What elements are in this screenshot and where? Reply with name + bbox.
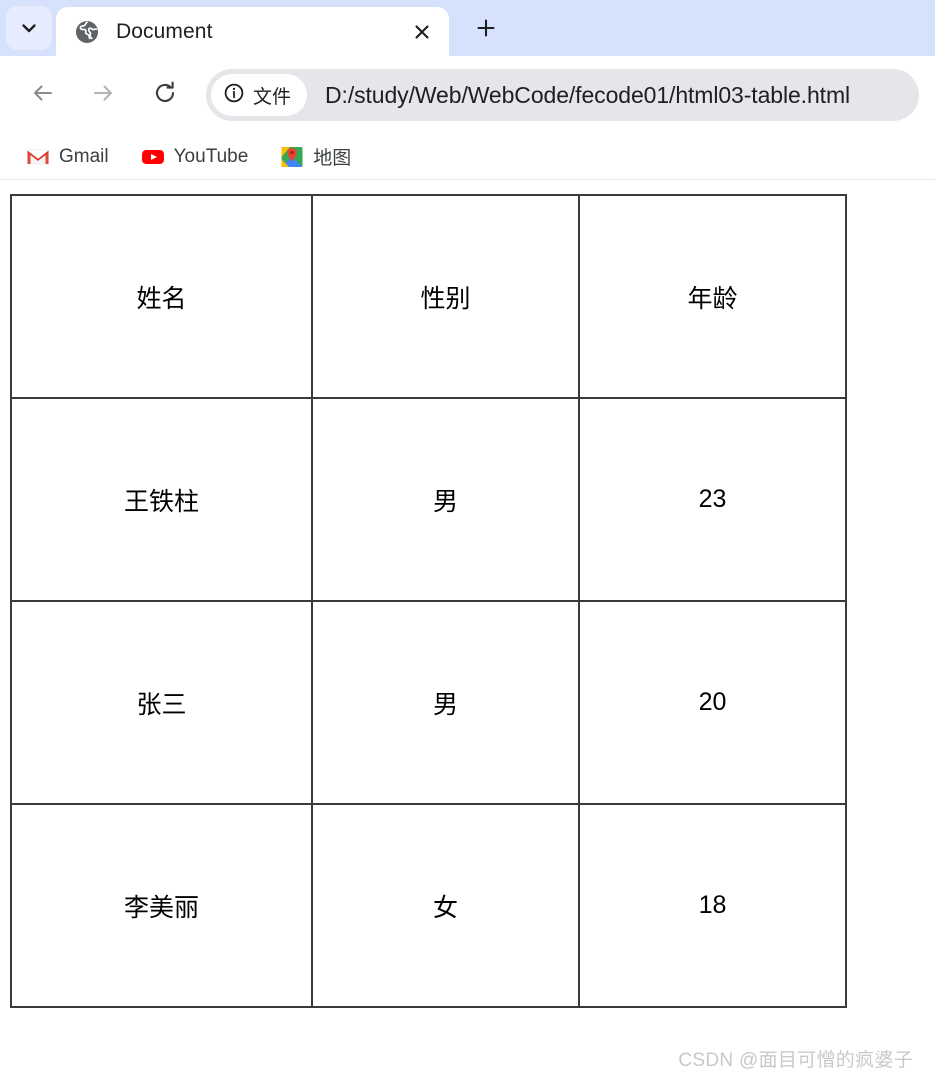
browser-tab[interactable]: Document [56, 7, 449, 56]
tab-strip: Document [0, 0, 935, 56]
arrow-right-icon [90, 80, 116, 111]
bookmark-bar: Gmail YouTube 地图 [0, 134, 935, 180]
reload-icon [152, 80, 178, 111]
info-circle-icon [223, 82, 245, 109]
gmail-icon [26, 145, 50, 169]
origin-chip[interactable]: 文件 [211, 74, 308, 116]
origin-chip-label: 文件 [253, 86, 292, 108]
bookmark-gmail[interactable]: Gmail [14, 140, 121, 174]
bookmark-label: 地图 [313, 148, 352, 169]
tab-title: Document [116, 19, 213, 43]
page-content: 姓名 性别 年龄 王铁柱 男 23 张三 男 20 李美丽 女 18 CSDN … [0, 180, 935, 1086]
back-button[interactable] [20, 72, 66, 118]
google-maps-icon [280, 145, 304, 169]
youtube-icon [141, 145, 165, 169]
table-cell: 男 [311, 600, 580, 805]
new-tab-button[interactable] [463, 7, 509, 53]
table-cell: 23 [578, 397, 847, 602]
table-row: 张三 男 20 [10, 600, 847, 805]
table-cell: 女 [311, 803, 580, 1008]
close-icon[interactable] [405, 15, 439, 49]
table-cell: 姓名 [10, 194, 313, 399]
table-cell: 性别 [311, 194, 580, 399]
table-cell: 男 [311, 397, 580, 602]
table-row: 姓名 性别 年龄 [10, 194, 847, 399]
browser-toolbar: 文件 D:/study/Web/WebCode/fecode01/html03-… [0, 56, 935, 134]
bookmark-label: YouTube [173, 145, 249, 167]
table-cell: 18 [578, 803, 847, 1008]
table-cell: 张三 [10, 600, 313, 805]
plus-icon [475, 17, 497, 44]
table-cell: 李美丽 [10, 803, 313, 1008]
address-bar[interactable]: 文件 D:/study/Web/WebCode/fecode01/html03-… [206, 69, 919, 121]
table-row: 李美丽 女 18 [10, 803, 847, 1008]
student-table: 姓名 性别 年龄 王铁柱 男 23 张三 男 20 李美丽 女 18 [10, 194, 847, 1008]
tab-search-button[interactable] [6, 6, 52, 50]
globe-icon [74, 19, 100, 45]
bookmark-maps[interactable]: 地图 [268, 138, 363, 175]
forward-button[interactable] [80, 72, 126, 118]
url-text: D:/study/Web/WebCode/fecode01/html03-tab… [325, 81, 851, 108]
reload-button[interactable] [142, 72, 188, 118]
chevron-down-icon [19, 18, 39, 38]
table-row: 王铁柱 男 23 [10, 397, 847, 602]
watermark: CSDN @面目可憎的疯婆子 [678, 1050, 913, 1071]
arrow-left-icon [30, 80, 56, 111]
table-cell: 年龄 [578, 194, 847, 399]
bookmark-label: Gmail [59, 145, 109, 167]
table-cell: 王铁柱 [10, 397, 313, 602]
table-cell: 20 [578, 600, 847, 805]
bookmark-youtube[interactable]: YouTube [129, 140, 261, 174]
